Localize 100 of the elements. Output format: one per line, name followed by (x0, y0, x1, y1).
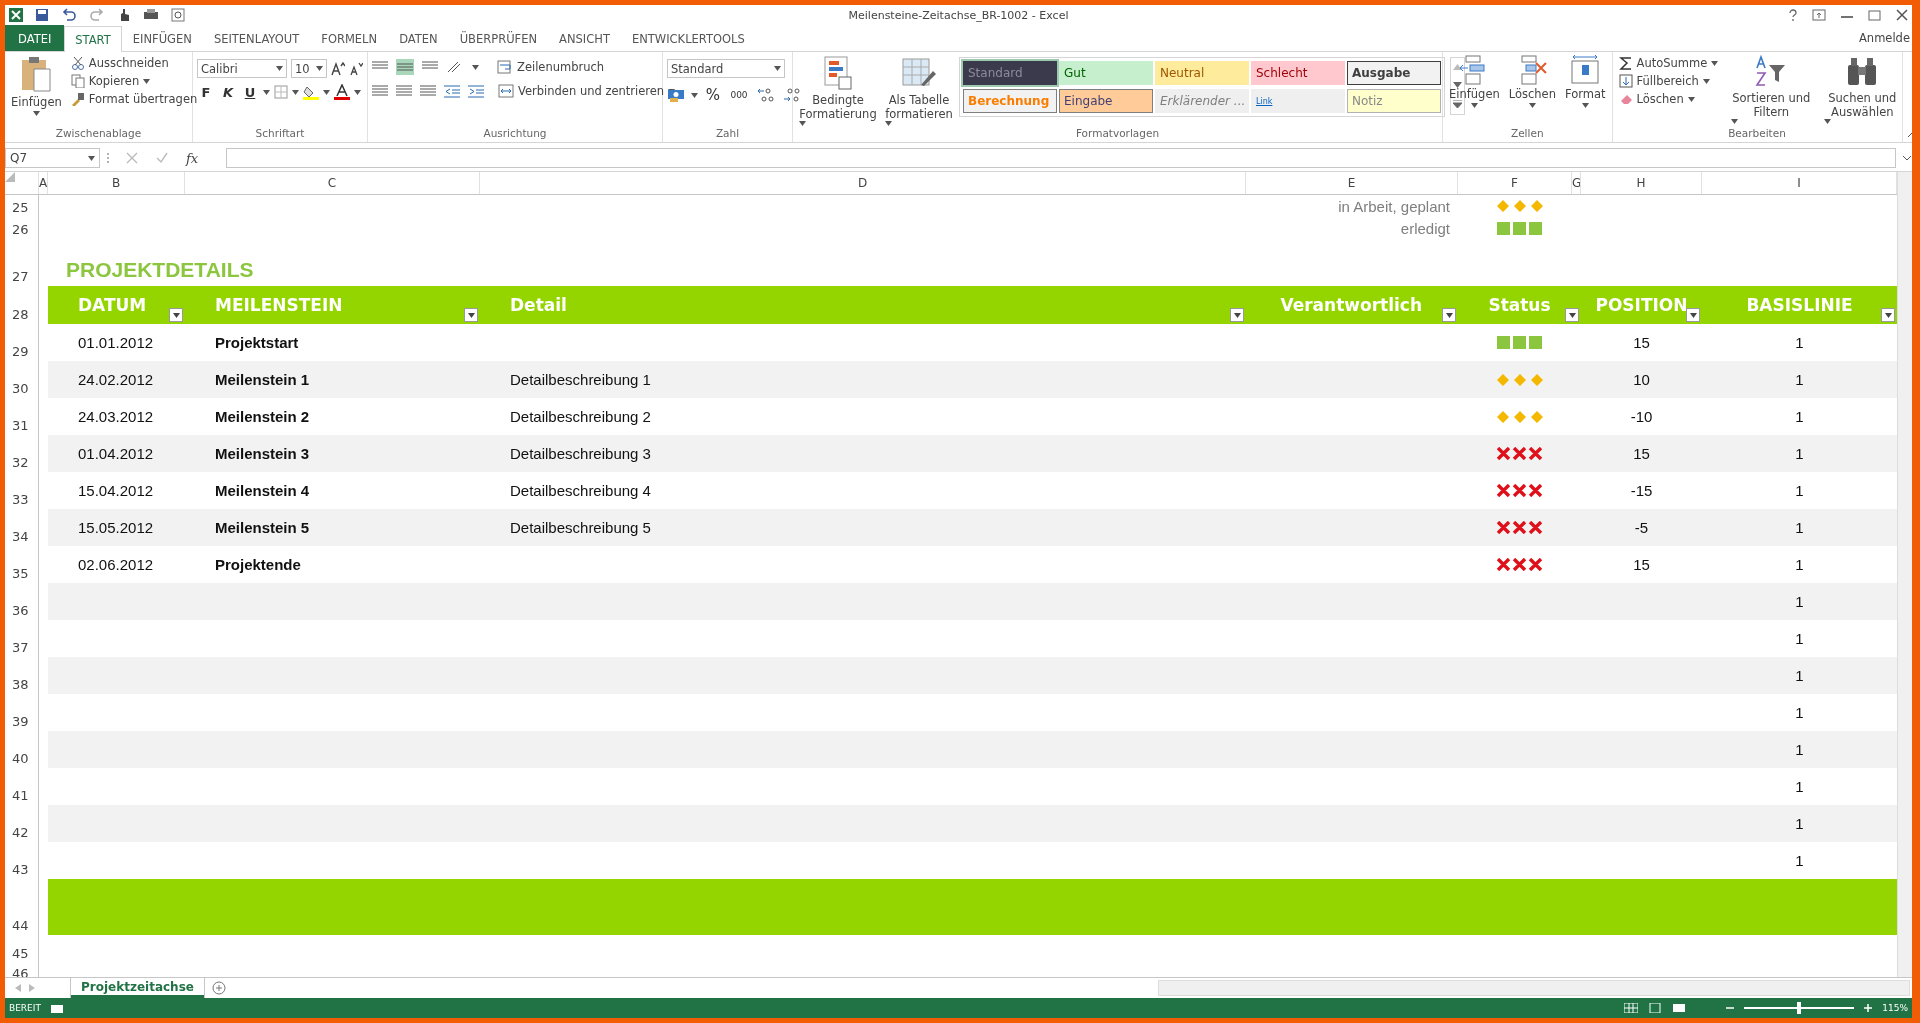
filter-button[interactable] (1230, 308, 1244, 322)
horizontal-scrollbar[interactable] (1158, 980, 1910, 996)
maximize-icon[interactable] (1868, 9, 1882, 21)
print-preview-icon[interactable] (143, 8, 159, 22)
delete-cells-button[interactable]: Löschen (1506, 55, 1558, 124)
cell-style[interactable]: Gut (1059, 61, 1153, 85)
caret-icon[interactable] (1470, 103, 1478, 108)
filter-button[interactable] (1565, 308, 1579, 322)
clear-button[interactable]: Löschen (1616, 91, 1721, 107)
underline-button[interactable]: U (241, 84, 259, 100)
caret-icon[interactable] (1731, 119, 1739, 124)
column-letter[interactable]: D (857, 176, 868, 190)
column-letter[interactable]: A (39, 176, 47, 190)
caret-icon[interactable] (276, 66, 283, 71)
caret-icon[interactable] (88, 155, 95, 161)
caret-icon[interactable] (472, 64, 479, 70)
page-break-icon[interactable] (1672, 1003, 1687, 1013)
find-select-button[interactable]: Suchen und Auswählen (1822, 55, 1903, 124)
normal-view-icon[interactable] (1624, 1003, 1639, 1013)
save-icon[interactable] (35, 8, 49, 22)
bold-button[interactable]: F (197, 84, 215, 100)
ribbon-display-icon[interactable] (1812, 9, 1826, 21)
fill-color-icon[interactable] (303, 84, 319, 100)
ribbon-tab[interactable]: ÜBERPRÜFEN (448, 25, 549, 51)
cell-style[interactable]: Eingabe (1059, 89, 1153, 113)
wrap-text-button[interactable]: Zeilenumbruch (495, 59, 607, 75)
font-size-field[interactable]: 10 (291, 59, 327, 78)
zoom-in-icon[interactable] (1864, 1004, 1873, 1012)
caret-icon[interactable] (1711, 60, 1719, 66)
insert-function-button[interactable]: fx (186, 150, 210, 166)
ribbon-tab[interactable]: DATEI (5, 25, 65, 51)
column-letter[interactable]: H (1636, 176, 1646, 190)
expand-icon[interactable] (1902, 155, 1912, 161)
format-painter-button[interactable]: Format übertragen (68, 91, 200, 107)
insert-cells-button[interactable]: Einfügen (1447, 55, 1502, 124)
filter-button[interactable] (464, 308, 478, 322)
caret-icon[interactable] (354, 89, 361, 95)
sign-in-link[interactable]: Anmelde (1859, 31, 1912, 45)
autosum-button[interactable]: AutoSumme (1616, 55, 1721, 71)
filter-button[interactable] (1442, 308, 1456, 322)
help-icon[interactable] (1788, 9, 1798, 21)
copy-button[interactable]: Kopieren (68, 73, 200, 89)
scroll-down-icon[interactable] (1453, 82, 1462, 88)
caret-icon[interactable] (799, 121, 806, 126)
caret-icon[interactable] (1687, 96, 1695, 102)
excel-logo-icon[interactable] (9, 8, 23, 22)
filter-button[interactable] (1881, 308, 1895, 322)
column-letter[interactable]: I (1797, 176, 1801, 190)
column-letter[interactable]: E (1347, 176, 1356, 190)
font-color-icon[interactable] (334, 84, 350, 100)
macro-record-icon[interactable] (50, 1003, 63, 1013)
caret-icon[interactable] (1702, 78, 1710, 84)
cell-style[interactable]: Ausgabe (1347, 61, 1441, 85)
formula-input[interactable] (226, 148, 1896, 168)
cut-button[interactable]: Ausschneiden (68, 55, 200, 71)
cell-style[interactable]: Schlecht (1251, 61, 1345, 85)
caret-icon[interactable] (263, 89, 270, 95)
font-field[interactable]: Calibri (197, 59, 287, 78)
zoom-level[interactable]: 115% (1882, 1003, 1908, 1013)
paste-button[interactable]: Einfügen (9, 55, 64, 124)
column-letter[interactable]: G (1572, 176, 1580, 190)
zoom-out-icon[interactable] (1726, 1004, 1735, 1012)
caret-icon[interactable] (1581, 103, 1589, 108)
sheet-tab[interactable]: Projektzeitachse (71, 978, 204, 998)
cell-style[interactable]: Notiz (1347, 89, 1441, 113)
scroll-up-icon[interactable] (1453, 64, 1462, 70)
outdent-icon[interactable] (444, 84, 460, 98)
close-icon[interactable] (1896, 9, 1908, 21)
column-letter[interactable]: F (1511, 176, 1518, 190)
caret-icon[interactable] (323, 89, 330, 95)
caret-icon[interactable] (1528, 103, 1536, 108)
ribbon-tab[interactable]: START (64, 26, 122, 52)
ribbon-tab[interactable]: DATEN (388, 25, 449, 51)
italic-button[interactable]: K (219, 84, 237, 100)
caret-icon[interactable] (32, 111, 40, 116)
thousands-button[interactable]: 000 (728, 90, 750, 100)
indent-icon[interactable] (468, 84, 484, 98)
cell-style[interactable]: Erklärender ... (1155, 89, 1249, 113)
percent-button[interactable]: % (704, 86, 722, 104)
vertical-scrollbar[interactable] (1897, 172, 1912, 977)
caret-icon[interactable] (774, 66, 781, 71)
format-cells-button[interactable]: Format (1563, 55, 1608, 124)
fill-button[interactable]: Füllbereich (1616, 73, 1721, 89)
ribbon-tab[interactable]: ANSICHT (548, 25, 621, 51)
add-sheet-icon[interactable] (211, 981, 226, 995)
column-letter[interactable]: B (111, 176, 121, 190)
increase-decimal-icon[interactable] (756, 87, 776, 103)
decrease-decimal-icon[interactable] (782, 87, 802, 103)
caret-icon[interactable] (292, 89, 299, 95)
cell-style[interactable]: Neutral (1155, 61, 1249, 85)
merge-center-button[interactable]: Verbinden und zentrieren (496, 83, 678, 99)
caret-icon[interactable] (691, 92, 698, 98)
caret-icon[interactable] (885, 121, 893, 126)
caret-icon[interactable] (143, 78, 151, 84)
format-table-button[interactable]: Als Tabelle formatieren (884, 55, 954, 124)
name-box[interactable]: Q7 (5, 148, 100, 168)
ribbon-tab[interactable]: SEITENLAYOUT (202, 25, 311, 51)
shrink-font-icon[interactable] (349, 61, 363, 76)
ribbon-tab[interactable]: FORMELN (310, 25, 389, 51)
cell-style[interactable]: Link (1251, 89, 1345, 113)
